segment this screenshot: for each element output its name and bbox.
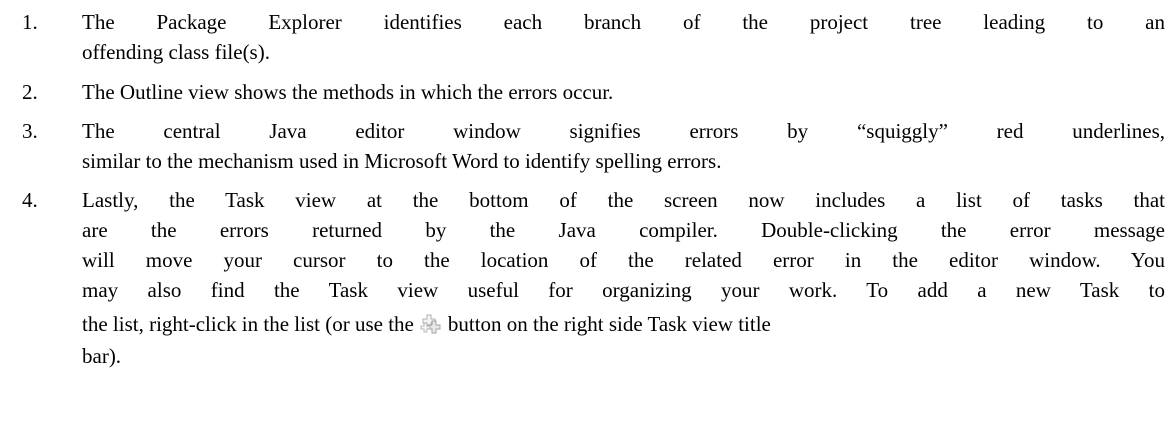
item-line: The central Java editor window signifies… (82, 119, 1165, 143)
item-line: bar). (82, 344, 122, 368)
item-line: will move your cursor to the location of… (82, 248, 1165, 272)
item-text: The central Java editor window signifies… (82, 116, 1165, 176)
item-line: offending class file(s). (82, 40, 270, 64)
item-line: The Outline view shows the methods in wh… (82, 80, 614, 104)
item-line-part: the list, right-click in the list (or us… (82, 312, 414, 336)
item-text: The Package Explorer identifies each bra… (82, 7, 1165, 67)
item-line: may also find the Task view useful for o… (82, 278, 1165, 302)
item-number: 1. (22, 10, 38, 34)
item-number: 3. (22, 119, 38, 143)
item-number: 4. (22, 188, 38, 212)
add-task-icon (420, 311, 442, 334)
document-page: 1. The Package Explorer identifies each … (0, 0, 1169, 445)
item-text: The Outline view shows the methods in wh… (82, 77, 1165, 107)
item-number: 2. (22, 80, 38, 104)
item-line-part: button on the right side Task view title (447, 312, 771, 336)
item-line: Lastly, the Task view at the bottom of t… (82, 188, 1165, 212)
item-text: Lastly, the Task view at the bottom of t… (82, 185, 1165, 371)
item-line-with-icon: the list, right-click in the list (or us… (82, 307, 1165, 341)
item-line: are the errors returned by the Java comp… (82, 218, 1165, 242)
item-line: similar to the mechanism used in Microso… (82, 149, 722, 173)
item-line: The Package Explorer identifies each bra… (82, 10, 1165, 34)
